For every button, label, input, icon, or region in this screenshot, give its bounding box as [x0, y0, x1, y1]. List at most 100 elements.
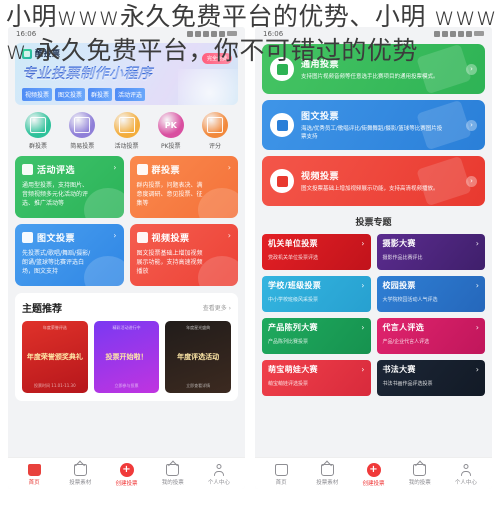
tab-vote-material[interactable]: 投票素材 — [304, 460, 350, 486]
tab-create-vote[interactable]: + 创建投票 — [350, 462, 396, 487]
tab-label: 个人中心 — [207, 479, 230, 486]
chevron-right-icon: › — [466, 63, 477, 75]
topic-card-title: 代言人评选 — [382, 323, 424, 332]
tab-home[interactable]: 首页 — [11, 463, 57, 486]
theme-card-bottom-label: 立即查看详情 — [186, 383, 211, 388]
feature-card-activity-selection[interactable]: 活动评选 › 通用型投票，支持图片、音频视频多元化活动的评选、推广活动等 — [15, 156, 124, 218]
topic-card-desc: 中小学校班级风采投票 — [268, 297, 319, 303]
home-icon — [27, 463, 41, 476]
theme-card-top-label: 年度荣誉评选 — [42, 325, 67, 330]
chevron-right-icon: › — [475, 323, 479, 332]
chevron-right-icon: › — [361, 323, 365, 332]
quick-entry-activity-vote[interactable]: 活动投票 — [107, 112, 147, 150]
theme-card[interactable]: 年度荣誉评选 年度荣誉颁奖典礼 投票时间 11.01-11.30 — [22, 321, 88, 393]
banner-headline: 专业投票制作小程序 — [22, 63, 231, 83]
my-votes-icon — [413, 460, 427, 476]
feature-card-head: 视频投票 — [136, 231, 232, 244]
tab-profile[interactable]: 个人中心 — [196, 463, 242, 486]
topic-card-spokesperson[interactable]: 代言人评选 › 产品/企业代言人评选 — [376, 318, 485, 354]
feature-card-desc: 通用型投票，支持图片、音频视频多元化活动的评选、推广活动等 — [22, 182, 89, 207]
tab-home[interactable]: 首页 — [258, 463, 304, 486]
general-vote-icon — [276, 63, 288, 75]
video-vote-icon — [276, 175, 288, 187]
topic-card-school-class[interactable]: 学校/班级投票 › 中小学校班级风采投票 — [262, 276, 371, 312]
special-section-title: 投票专题 — [355, 218, 392, 228]
feature-card-image-text-vote[interactable]: 图文投票 › 先投票式/歌唱/舞蹈/摄影/朗诵/篮球等比赛评选白场，图文支持 — [15, 224, 124, 286]
banner-tag: 活动评选 — [115, 88, 146, 101]
chevron-right-icon: › — [466, 119, 477, 131]
topic-card-desc: 产品/企业代言人评选 — [382, 339, 430, 345]
quick-entry-rating[interactable]: 评分 — [195, 112, 235, 150]
chevron-right-icon: › — [475, 365, 479, 374]
tab-label: 投票素材 — [69, 479, 92, 486]
rating-icon — [202, 112, 228, 138]
theme-card-bottom-label: 立即参与投票 — [114, 383, 139, 388]
material-icon — [320, 460, 334, 476]
theme-card-top-label: 年度星光盛典 — [186, 325, 211, 330]
quick-entry-label: 评分 — [208, 143, 221, 150]
quick-entry-label: PK投票 — [160, 143, 181, 150]
image-text-vote-icon — [276, 119, 288, 131]
feature-card-title: 活动评选 — [37, 166, 76, 176]
view-more-link[interactable]: 查看更多 › — [203, 303, 231, 312]
tab-profile[interactable]: 个人中心 — [443, 463, 489, 486]
vote-type-body: 通用投票 支持图片视频音频等任意选手比赛项目的通用投票模式。 — [301, 57, 466, 81]
left-tab-bar: 首页 投票素材 + 创建投票 我的投票 个人中心 — [8, 457, 245, 489]
chevron-right-icon: › — [475, 281, 479, 290]
phone-screenshots-row: 16:06 酷投票 专业投票制作小程序 视频投票 图文投票 群投票 活动评选 完… — [0, 0, 500, 513]
bluetooth-icon — [195, 30, 201, 37]
vote-type-image-text[interactable]: 图文投票 海选/优秀员工/歌唱评比/街舞舞蹈/摄影/篮球等比赛图片投票支持 › — [262, 100, 485, 150]
vote-type-body: 视频投票 图文投票基础上增加视频展示功能，支持高清视频播放。 — [301, 169, 466, 193]
chevron-right-icon: › — [361, 281, 365, 290]
topic-card-head: 萌宝萌娃大赛 › — [268, 364, 365, 375]
chevron-right-icon: › — [113, 163, 117, 172]
topic-card-product-display[interactable]: 产品陈列大赛 › 产品陈列比赛投票 — [262, 318, 371, 354]
vote-type-title: 通用投票 — [301, 60, 340, 70]
topic-card-government[interactable]: 机关单位投票 › 党政机关单位投票评选 — [262, 234, 371, 270]
theme-card-title: 年度评选活动 — [177, 353, 220, 361]
topic-card-head: 代言人评选 › — [383, 322, 480, 333]
chevron-right-icon: › — [227, 231, 231, 240]
topic-card-head: 学校/班级投票 › — [268, 280, 365, 291]
banner-tag: 视频投票 — [22, 88, 53, 101]
vote-type-video[interactable]: 视频投票 图文投票基础上增加视频展示功能，支持高清视频播放。 › — [262, 156, 485, 206]
feature-card-video-vote[interactable]: 视频投票 › 图文投票基础上增加视频展示功能，支持高速视频播放 — [129, 224, 238, 286]
topic-card-cute-baby[interactable]: 萌宝萌娃大赛 › 萌宝萌娃评选投票 — [262, 360, 371, 396]
alarm-icon — [434, 30, 440, 37]
vote-type-desc: 图文投票基础上增加视频展示功能，支持高清视频播放。 — [301, 186, 439, 192]
section-header: 主题推荐 查看更多 › — [22, 300, 231, 315]
topic-card-desc: 萌宝萌娃评选投票 — [268, 381, 309, 387]
feature-card-title: 群投票 — [151, 166, 181, 176]
alarm-icon — [187, 30, 193, 37]
topic-card-photography[interactable]: 摄影大赛 › 摄影作品比赛评比 — [376, 234, 485, 270]
chevron-right-icon: › — [113, 231, 117, 240]
tab-my-votes[interactable]: 我的投票 — [397, 460, 443, 486]
topic-card-title: 萌宝萌娃大赛 — [268, 365, 318, 374]
home-icon — [274, 463, 288, 476]
vote-type-general[interactable]: 通用投票 支持图片视频音频等任意选手比赛项目的通用投票模式。 › — [262, 44, 485, 94]
tab-my-votes[interactable]: 我的投票 — [150, 460, 196, 486]
video-icon — [136, 232, 148, 243]
promo-banner[interactable]: 酷投票 专业投票制作小程序 视频投票 图文投票 群投票 活动评选 完全免费 — [15, 43, 238, 105]
quick-entry-group-vote[interactable]: 群投票 — [18, 112, 58, 150]
feature-card-group-vote[interactable]: 群投票 › 群内投票，问题表决、满意度调研、意见投票、征集等 — [129, 156, 238, 218]
banner-tag: 图文投票 — [55, 88, 86, 101]
theme-card[interactable]: 精彩活动进行中 投票开始啦！ 立即参与投票 — [93, 321, 160, 393]
my-votes-icon — [166, 460, 180, 476]
feature-card-head: 图文投票 — [22, 231, 117, 244]
quick-entry-simple-vote[interactable]: 简易投票 — [62, 112, 102, 150]
theme-card[interactable]: 年度星光盛典 年度评选活动 立即查看详情 — [165, 321, 232, 393]
tab-create-vote[interactable]: + 创建投票 — [103, 462, 149, 487]
left-screen-content: 酷投票 专业投票制作小程序 视频投票 图文投票 群投票 活动评选 完全免费 群投… — [8, 40, 245, 457]
chevron-right-icon: › — [361, 239, 365, 248]
feature-card-title: 视频投票 — [151, 234, 190, 244]
banner-ribbon-badge: 完全免费 — [201, 53, 232, 64]
tab-vote-material[interactable]: 投票素材 — [57, 460, 103, 486]
topic-card-campus[interactable]: 校园投票 › 大学院校园活动人气评选 — [376, 276, 485, 312]
person-icon — [460, 463, 472, 476]
vote-type-body: 图文投票 海选/优秀员工/歌唱评比/街舞舞蹈/摄影/篮球等比赛图片投票支持 — [301, 109, 466, 141]
topic-card-head: 校园投票 › — [383, 280, 480, 291]
topic-card-calligraphy[interactable]: 书法大赛 › 书法书画作品评选投票 — [376, 360, 485, 396]
group-icon — [136, 164, 148, 175]
quick-entry-pk-vote[interactable]: PK PK投票 — [151, 112, 191, 150]
